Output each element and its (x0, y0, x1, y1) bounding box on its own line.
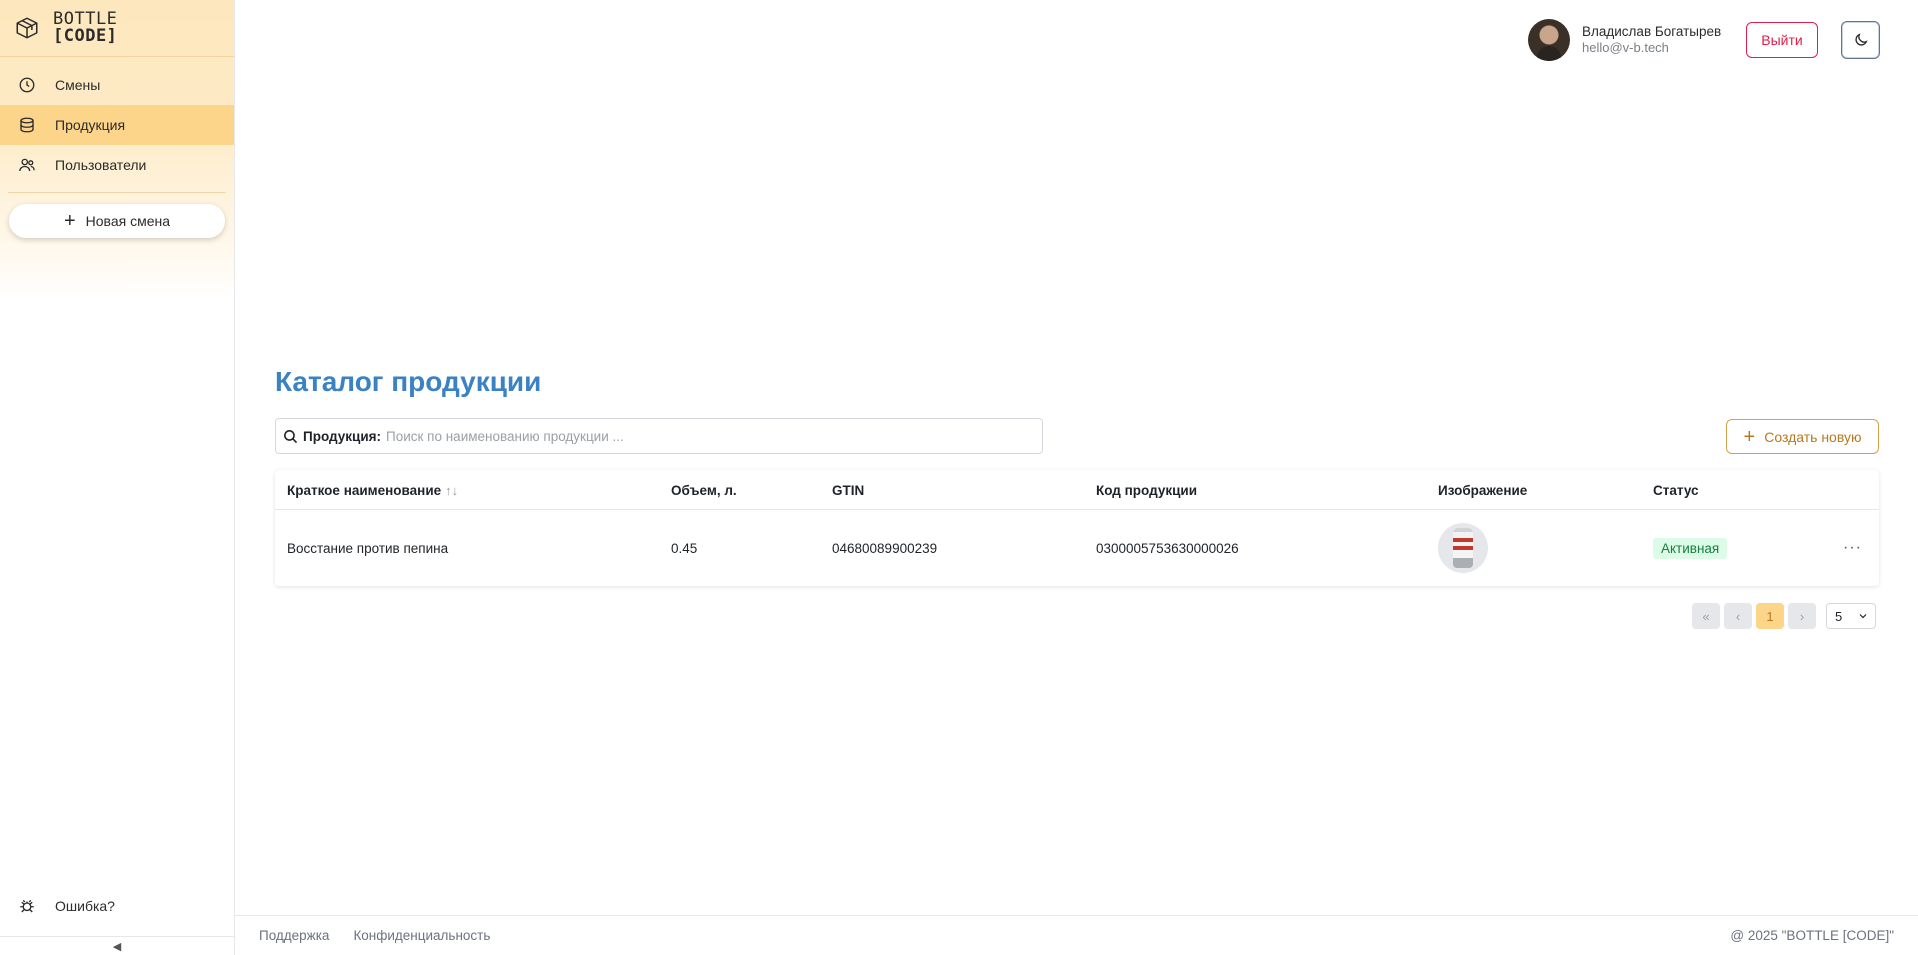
sidebar: BOTTLE [CODE] Смены Продукция Пользовате… (0, 0, 235, 955)
brand-name: BOTTLE [CODE] (53, 11, 117, 45)
current-page-button[interactable]: 1 (1756, 603, 1784, 629)
column-header-image: Изображение (1438, 482, 1528, 498)
beer-can-image (1453, 528, 1473, 568)
sidebar-item-label: Пользователи (55, 157, 147, 173)
cell-volume: 0.45 (671, 540, 698, 556)
logout-button[interactable]: Выйти (1746, 22, 1818, 58)
plus-icon: + (63, 210, 76, 232)
status-badge: Активная (1653, 537, 1728, 559)
prev-page-button[interactable]: ‹ (1724, 603, 1752, 629)
search-field[interactable]: Продукция: (275, 418, 1043, 454)
user-email: hello@v-b.tech (1582, 40, 1669, 55)
bug-icon (20, 899, 34, 913)
column-header-label: Краткое наименование (287, 482, 442, 498)
first-page-button[interactable]: « (1692, 603, 1720, 629)
search-input[interactable] (386, 428, 986, 444)
table-header: Краткое наименование ↑↓ Объем, л. GTIN К… (275, 470, 1879, 510)
report-error-link[interactable]: Ошибка? (0, 887, 234, 925)
column-header-volume: Объем, л. (671, 482, 737, 498)
collapse-icon: ◀ (112, 940, 122, 953)
search-label: Продукция: (303, 428, 381, 444)
brand-line-2: [CODE] (53, 26, 118, 46)
support-link[interactable]: Поддержка (259, 928, 329, 943)
box-icon (16, 17, 38, 39)
column-header-name[interactable]: Краткое наименование ↑↓ (287, 470, 458, 510)
sidebar-divider (8, 192, 226, 193)
next-page-button[interactable]: › (1788, 603, 1816, 629)
product-image-thumbnail[interactable] (1438, 523, 1488, 573)
column-header-gtin: GTIN (832, 482, 865, 498)
users-icon (19, 158, 35, 172)
create-new-label: Создать новую (1764, 428, 1862, 445)
user-name: Владислав Богатырев (1582, 24, 1722, 39)
page-size-value: 5 (1835, 608, 1843, 624)
column-header-status: Статус (1653, 482, 1699, 498)
cell-gtin: 04680089900239 (832, 540, 938, 556)
moon-icon (1854, 33, 1868, 46)
sidebar-item-products[interactable]: Продукция (0, 105, 234, 145)
page-title: Каталог продукции (275, 366, 542, 397)
sidebar-nav: Смены Продукция Пользователи (0, 65, 234, 185)
avatar (1528, 19, 1570, 61)
user-profile[interactable]: Владислав Богатырев hello@v-b.tech (1528, 19, 1721, 61)
search-icon (284, 429, 298, 443)
new-shift-button[interactable]: + Новая смена (9, 204, 225, 238)
sidebar-item-shifts[interactable]: Смены (0, 65, 234, 105)
cell-actions: ··· (1843, 510, 1862, 586)
privacy-link[interactable]: Конфиденциальность (353, 928, 490, 943)
column-header-code: Код продукции (1096, 482, 1197, 498)
chevron-down-icon (1859, 614, 1867, 619)
sidebar-item-label: Продукция (55, 117, 126, 133)
cell-name: Восстание против пепина (287, 540, 449, 556)
theme-toggle-button[interactable] (1841, 21, 1880, 59)
table-row[interactable]: Восстание против пепина 0.45 04680089900… (275, 510, 1879, 586)
more-actions-icon[interactable]: ··· (1843, 539, 1862, 557)
products-table: Краткое наименование ↑↓ Объем, л. GTIN К… (275, 470, 1879, 586)
footer: Поддержка Конфиденциальность @ 2025 "BOT… (235, 915, 1918, 955)
database-icon (20, 117, 34, 133)
sidebar-collapse-button[interactable]: ◀ (0, 936, 234, 955)
user-info: Владислав Богатырев hello@v-b.tech (1582, 24, 1721, 56)
sidebar-item-label: Смены (55, 77, 101, 93)
clock-icon (19, 77, 35, 93)
page-size-select[interactable]: 5 (1826, 603, 1876, 629)
brand[interactable]: BOTTLE [CODE] (0, 0, 234, 57)
cell-status: Активная (1653, 510, 1728, 586)
create-new-button[interactable]: + Создать новую (1726, 419, 1879, 454)
copyright: @ 2025 "BOTTLE [CODE]" (1730, 928, 1894, 943)
cell-image (1438, 510, 1488, 586)
report-error-label: Ошибка? (55, 898, 115, 914)
new-shift-label: Новая смена (85, 213, 171, 229)
sidebar-item-users[interactable]: Пользователи (0, 145, 234, 185)
pagination: « ‹ 1 › 5 (1692, 603, 1876, 629)
plus-icon: + (1743, 425, 1756, 448)
sort-icon[interactable]: ↑↓ (445, 483, 458, 498)
cell-code: 0300005753630000026 (1096, 540, 1239, 556)
